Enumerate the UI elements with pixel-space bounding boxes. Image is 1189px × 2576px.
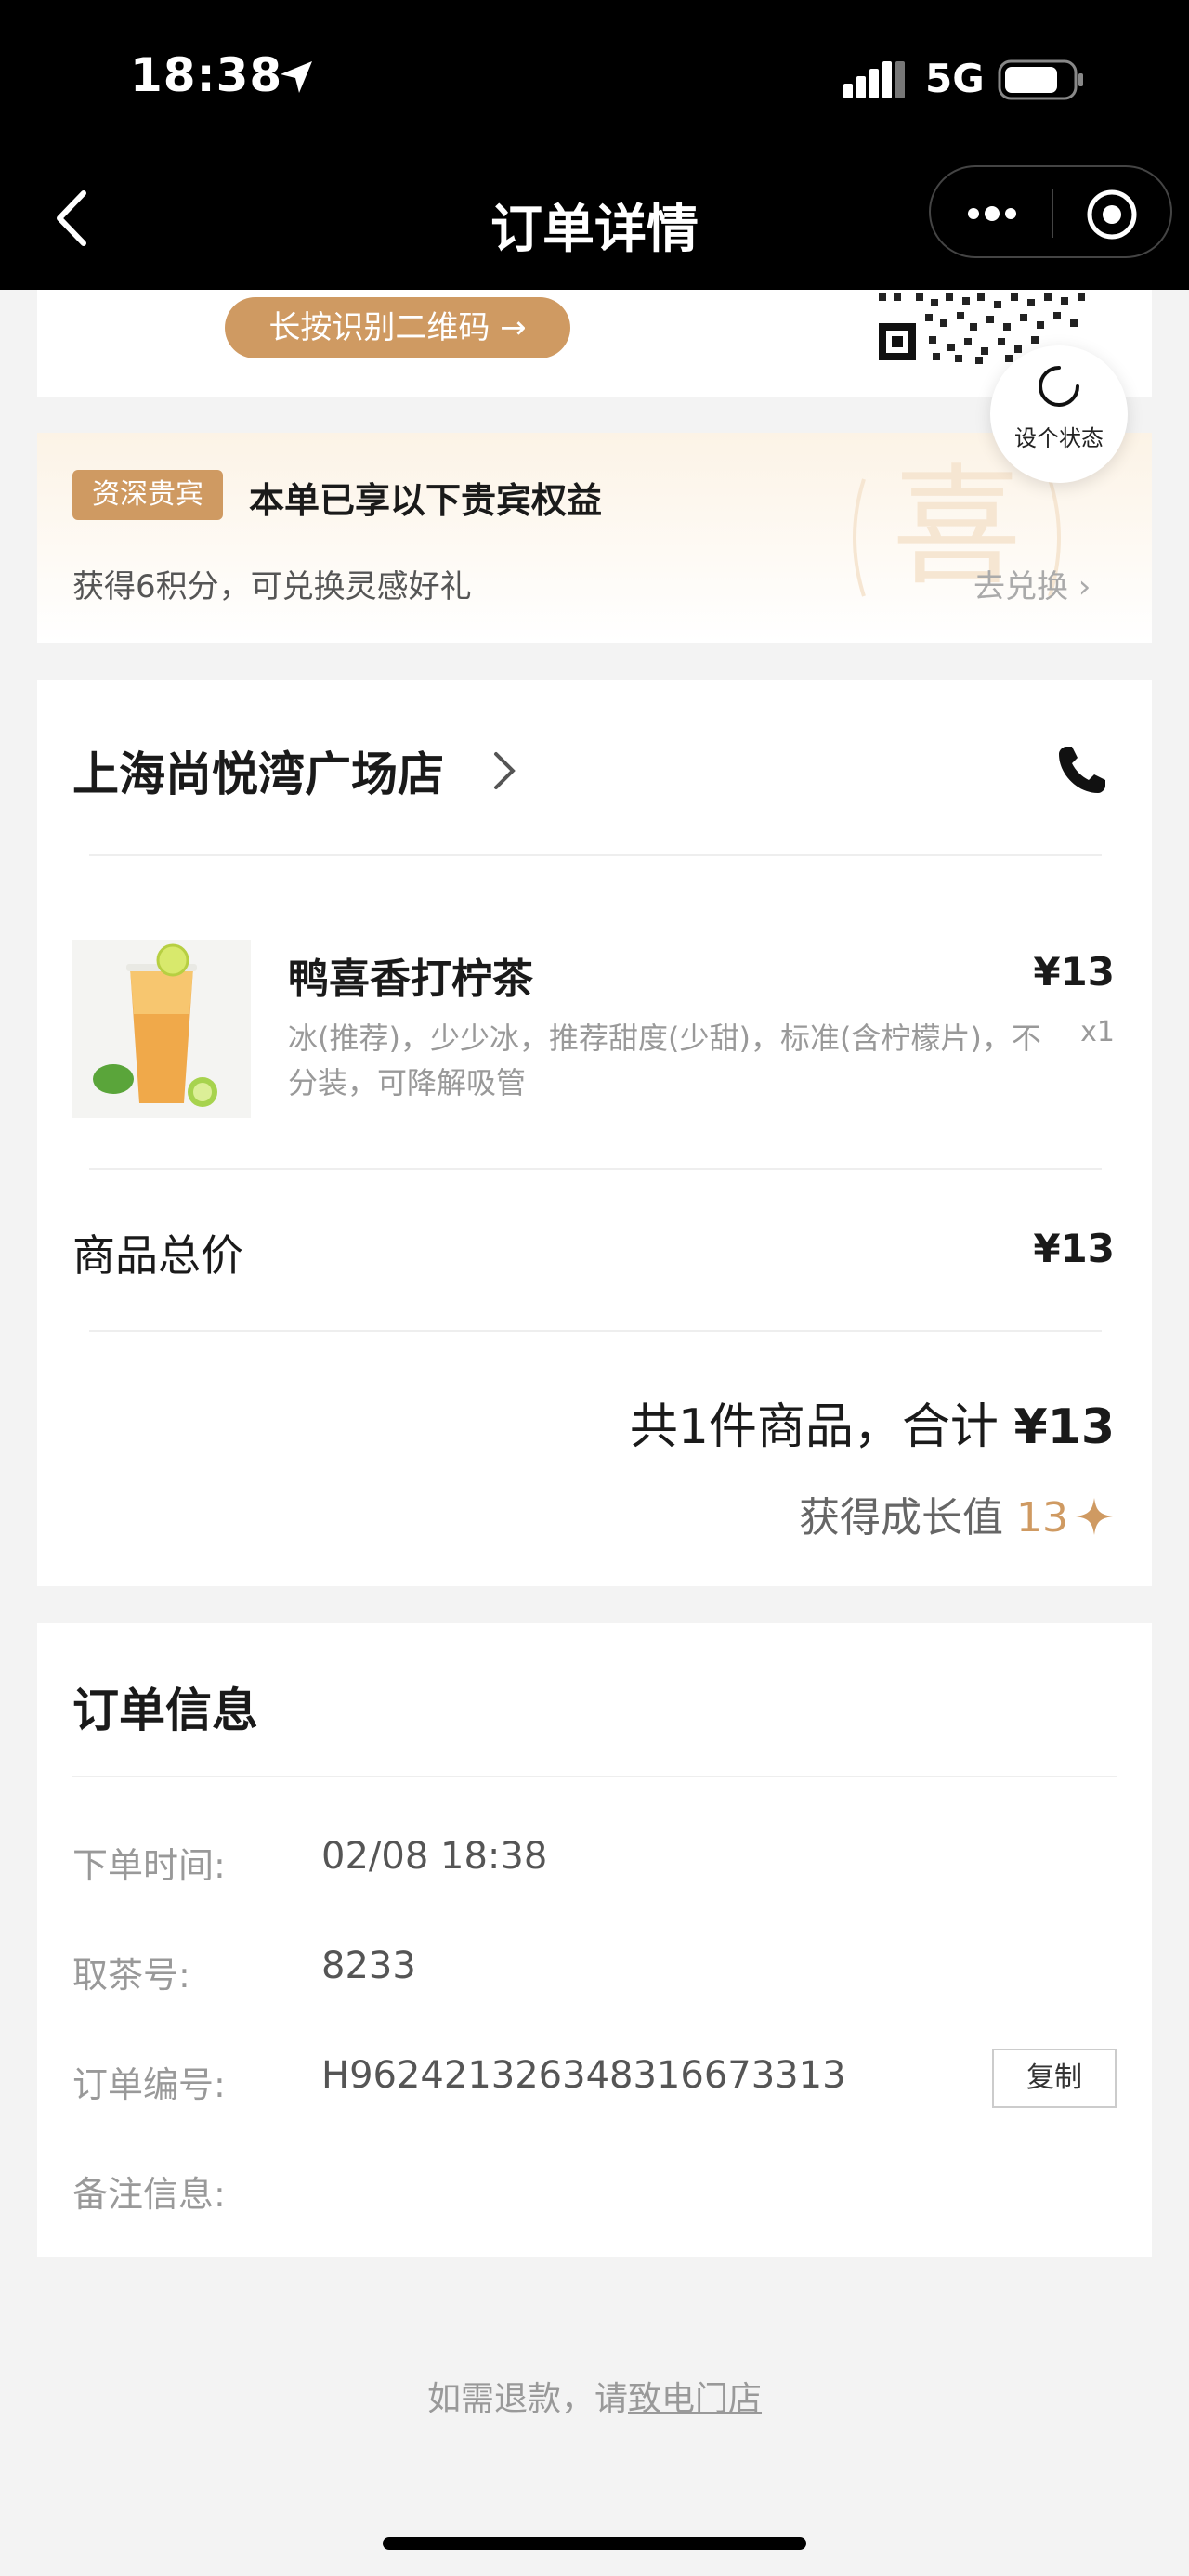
- redeem-link[interactable]: 去兑换 ›: [973, 561, 1091, 606]
- more-icon[interactable]: [964, 195, 1020, 232]
- pickup-number-label: 取茶号:: [72, 1955, 190, 1996]
- copy-button[interactable]: 复制: [992, 2049, 1117, 2108]
- vip-title: 本单已享以下贵宾权益: [249, 480, 603, 521]
- vip-level-badge: 资深贵宾: [72, 470, 223, 520]
- product-quantity: x1: [1080, 1016, 1115, 1048]
- divider: [72, 1776, 1117, 1777]
- divider: [89, 1168, 1102, 1170]
- set-status-label: 设个状态: [1014, 425, 1104, 451]
- miniprogram-capsule: [929, 165, 1172, 258]
- order-info-card: 订单信息 下单时间: 02/08 18:38 取茶号: 8233 订单编号: H…: [37, 1623, 1152, 2257]
- qr-recognize-button[interactable]: 长按识别二维码 →: [225, 297, 570, 358]
- order-time-value: 02/08 18:38: [321, 1835, 548, 1878]
- product-price: ¥13: [1033, 949, 1115, 995]
- subtotal-value: ¥13: [1033, 1226, 1115, 1271]
- divider: [89, 854, 1102, 856]
- shop-order-card: 上海尚悦湾广场店 鸭喜香打柠茶 冰(推荐)，少少冰，推荐甜度(少甜)，标准(含柠…: [37, 680, 1152, 1586]
- product-image: [72, 940, 251, 1118]
- home-indicator[interactable]: [383, 2537, 806, 2550]
- vip-benefits-card: 喜 资深贵宾 本单已享以下贵宾权益 获得6积分，可兑换灵感好礼 去兑换 ›: [37, 433, 1152, 643]
- set-status-button[interactable]: 设个状态: [990, 345, 1128, 483]
- order-time-label: 下单时间:: [72, 1845, 226, 1886]
- order-info-title: 订单信息: [72, 1684, 258, 1737]
- top-bar: 18:38 5G 订单详情: [0, 0, 1189, 290]
- refund-text: 如需退款，请: [426, 2380, 628, 2418]
- refund-note: 如需退款，请致电门店: [0, 2372, 1189, 2420]
- vip-points-text: 获得6积分，可兑换灵感好礼: [72, 568, 472, 605]
- phone-icon[interactable]: [1053, 741, 1111, 799]
- growth-label: 获得成长值: [799, 1494, 1016, 1542]
- order-number-label: 订单编号:: [72, 2064, 226, 2105]
- total-amount: ¥13: [1013, 1399, 1115, 1455]
- growth-number: 13: [1016, 1494, 1068, 1542]
- network-type: 5G: [925, 56, 985, 101]
- refresh-ring-icon: [1039, 366, 1079, 407]
- chevron-right-icon[interactable]: [490, 748, 518, 793]
- shop-name[interactable]: 上海尚悦湾广场店: [72, 737, 444, 804]
- product-options: 冰(推荐)，少少冰，推荐甜度(少甜)，标准(含柠檬片)，不分装，可降解吸管: [288, 1021, 1041, 1100]
- signal-icon: [843, 61, 905, 98]
- close-miniprogram-icon[interactable]: [1085, 188, 1139, 241]
- total-prefix: 共1件商品，合计: [629, 1399, 1014, 1455]
- remark-label: 备注信息:: [72, 2174, 226, 2215]
- battery-icon: [998, 59, 1083, 100]
- location-arrow-icon: [281, 61, 312, 93]
- growth-value-line: 获得成长值 13: [799, 1484, 1115, 1543]
- pickup-number-value: 8233: [321, 1945, 416, 1987]
- product-name: 鸭喜香打柠茶: [288, 956, 533, 1003]
- order-total: 共1件商品，合计 ¥13: [630, 1387, 1115, 1457]
- capsule-divider: [1052, 189, 1053, 238]
- qr-card: 长按识别二维码 →: [37, 290, 1152, 397]
- order-number-value: H962421326348316673313: [321, 2054, 846, 2097]
- divider: [89, 1330, 1102, 1332]
- sparkle-icon: [1076, 1498, 1113, 1535]
- subtotal-label: 商品总价: [72, 1230, 243, 1281]
- call-store-link[interactable]: 致电门店: [628, 2380, 762, 2418]
- status-time: 18:38: [130, 48, 283, 102]
